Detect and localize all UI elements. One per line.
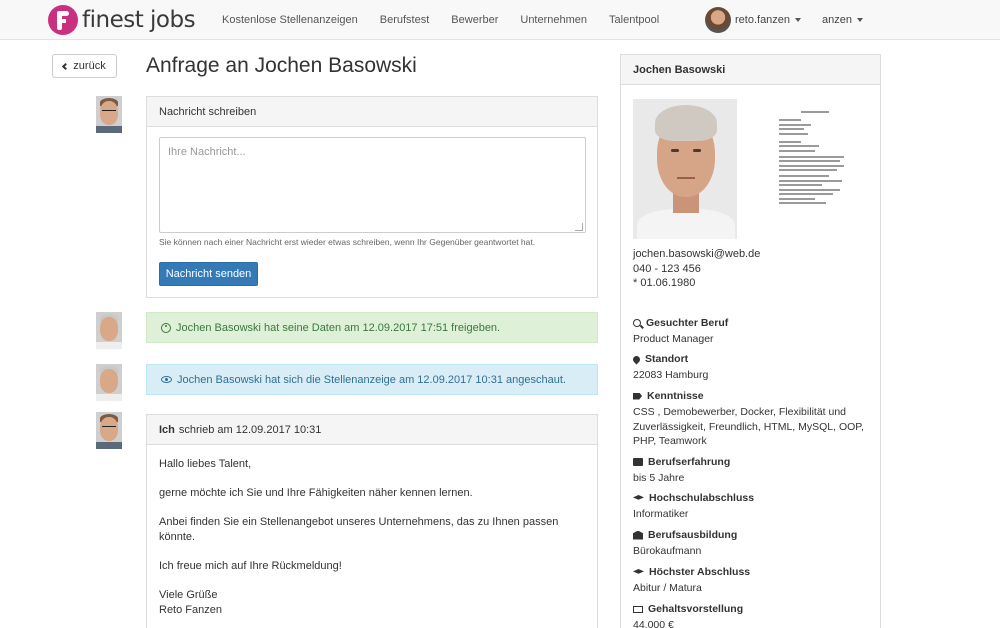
finest-jobs-logo-icon <box>48 5 78 35</box>
brand-name: finest jobs <box>82 7 196 33</box>
message-input[interactable] <box>159 137 586 233</box>
chevron-down-icon <box>795 18 802 22</box>
field-value: 22083 Hamburg <box>633 369 709 381</box>
cv-document-thumbnail[interactable] <box>771 99 859 217</box>
back-button[interactable]: zurück <box>52 54 117 78</box>
nav-item-berufstest[interactable]: Berufstest <box>380 14 430 26</box>
field-label: Kenntnisse <box>647 390 704 402</box>
field-standort: Standort 22083 Hamburg <box>631 353 873 383</box>
page-title: Anfrage an Jochen Basowski <box>146 54 417 77</box>
field-gesuchter-beruf: Gesuchter Beruf Product Manager <box>633 317 873 347</box>
language-menu[interactable]: anzen <box>822 0 863 40</box>
message-line: Anbei finden Sie ein Stellenangebot unse… <box>159 516 559 543</box>
data-released-alert: Jochen Basowski hat seine Daten am 12.09… <box>146 312 598 343</box>
field-value: Informatiker <box>633 508 689 520</box>
field-berufsausbildung: Berufsausbildung Bürokaufmann <box>633 529 873 559</box>
field-label: Standort <box>645 353 689 365</box>
field-label: Berufsausbildung <box>648 529 738 541</box>
field-label: Gehaltsvorstellung <box>648 603 744 615</box>
field-label: Gesuchter Beruf <box>646 317 729 329</box>
message-meta: schrieb am 12.09.2017 10:31 <box>178 423 322 436</box>
message-line: Hallo liebes Talent, <box>159 458 252 470</box>
tags-icon <box>633 392 642 400</box>
user-menu[interactable]: reto.fanzen <box>705 6 802 34</box>
message-signature: Reto Fanzen <box>159 604 222 616</box>
send-message-button[interactable]: Nachricht senden <box>159 262 258 286</box>
graduation-cap-icon <box>633 495 644 500</box>
search-icon <box>633 319 641 327</box>
top-navbar: finest jobs Kostenlose Stellenanzeigen B… <box>0 0 1000 40</box>
field-value: Bürokaufmann <box>633 545 702 557</box>
field-value: Abitur / Matura <box>633 582 702 594</box>
field-label: Höchster Abschluss <box>649 566 751 578</box>
compose-hint: Sie können nach einer Nachricht erst wie… <box>159 237 536 247</box>
field-berufserfahrung: Berufserfahrung bis 5 Jahre <box>633 456 873 486</box>
nav-item-unternehmen[interactable]: Unternehmen <box>520 14 587 26</box>
field-value: 44.000 € <box>633 619 674 628</box>
contact-info: jochen.basowski@web.de 040 - 123 456 * 0… <box>633 247 760 291</box>
sent-message-panel: Ich schrieb am 12.09.2017 10:31 Hallo li… <box>146 414 598 628</box>
field-hochschulabschluss: Hochschulabschluss Informatiker <box>633 492 873 522</box>
user-name: reto.fanzen <box>735 14 791 26</box>
language-label: anzen <box>822 14 852 26</box>
nav-item-talentpool[interactable]: Talentpool <box>609 14 659 26</box>
job-viewed-alert: Jochen Basowski hat sich die Stellenanze… <box>146 364 598 395</box>
message-closing: Viele Grüße <box>159 589 218 601</box>
message-body: Hallo liebes Talent, gerne möchte ich Si… <box>147 445 597 628</box>
briefcase-icon <box>633 458 643 466</box>
back-button-label: zurück <box>73 60 106 72</box>
brand-logo[interactable]: finest jobs <box>48 4 196 36</box>
chevron-left-icon <box>62 62 70 70</box>
nav-item-kostenlose-stellenanzeigen[interactable]: Kostenlose Stellenanzeigen <box>222 14 358 26</box>
candidate-avatar <box>96 364 122 401</box>
candidate-birthdate: * 01.06.1980 <box>633 277 696 289</box>
message-author: Ich <box>159 423 175 436</box>
sender-avatar <box>96 96 122 133</box>
compose-panel: Nachricht schreiben Sie können nach eine… <box>146 96 598 298</box>
user-avatar <box>705 7 731 33</box>
candidate-avatar <box>96 312 122 349</box>
field-value: CSS , Demobewerber, Docker, Flexibilität… <box>633 406 864 447</box>
data-released-text: Jochen Basowski hat seine Daten am 12.09… <box>176 321 501 334</box>
nav-item-bewerber[interactable]: Bewerber <box>451 14 498 26</box>
candidate-photo[interactable] <box>633 99 737 239</box>
field-kenntnisse: Kenntnisse CSS , Demobewerber, Docker, F… <box>633 390 873 449</box>
job-viewed-text: Jochen Basowski hat sich die Stellenanze… <box>177 373 566 386</box>
field-hoechster-abschluss: Höchster Abschluss Abitur / Matura <box>633 566 873 596</box>
eye-icon <box>161 376 172 383</box>
field-label: Berufserfahrung <box>648 456 731 468</box>
user-circle-icon <box>161 322 171 333</box>
candidate-phone: 040 - 123 456 <box>633 262 701 275</box>
field-value: Product Manager <box>633 333 714 345</box>
money-icon <box>633 605 643 613</box>
resize-handle[interactable] <box>575 223 583 231</box>
graduation-cap-icon <box>633 569 644 574</box>
profile-name: Jochen Basowski <box>621 55 880 85</box>
field-label: Hochschulabschluss <box>649 492 755 504</box>
map-marker-icon <box>631 354 642 364</box>
candidate-email[interactable]: jochen.basowski@web.de <box>633 247 760 262</box>
field-value: bis 5 Jahre <box>633 472 685 484</box>
sender-avatar <box>96 412 122 449</box>
message-line: Ich freue mich auf Ihre Rückmeldung! <box>159 560 342 572</box>
message-header: Ich schrieb am 12.09.2017 10:31 <box>147 415 597 445</box>
field-gehaltsvorstellung: Gehaltsvorstellung 44.000 € <box>633 603 873 628</box>
message-line: gerne möchte ich Sie und Ihre Fähigkeite… <box>159 487 473 499</box>
chevron-down-icon <box>856 18 863 22</box>
candidate-profile-panel: Jochen Basowski jochen.basowski@web.de 0… <box>620 54 881 628</box>
bank-icon <box>633 530 643 540</box>
compose-header: Nachricht schreiben <box>147 97 597 127</box>
main-nav: Kostenlose Stellenanzeigen Berufstest Be… <box>222 0 681 40</box>
